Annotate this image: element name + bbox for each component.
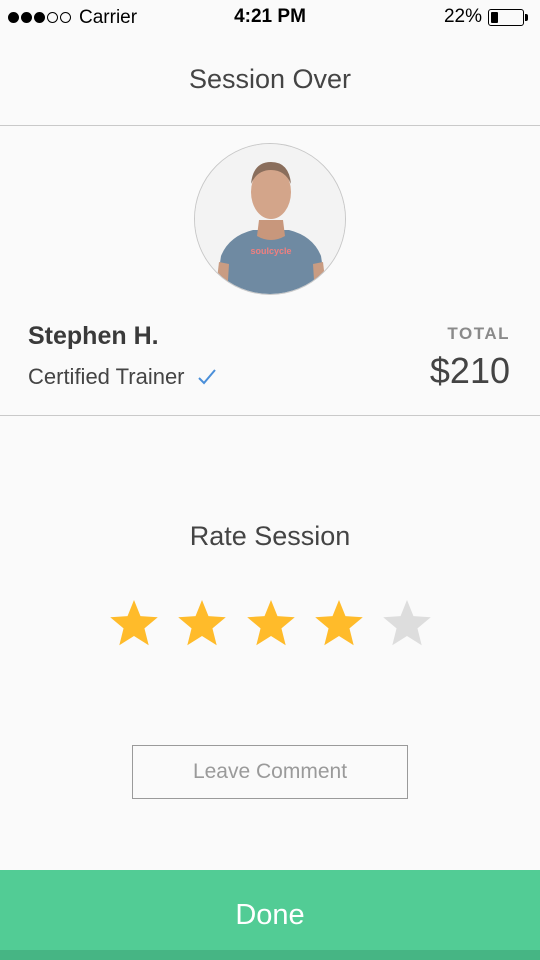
rate-session-title: Rate Session (189, 521, 351, 551)
battery-percent: 22% (443, 6, 482, 27)
trainer-summary: soulcycle Stephen H. Certified Trainer T… (0, 126, 540, 416)
header: Session Over (0, 36, 540, 126)
shirt-logo-text: soulcycle (250, 246, 291, 256)
trainer-certification: Certified Trainer (28, 364, 217, 390)
battery-nub (525, 13, 528, 21)
done-button[interactable]: Done (0, 870, 540, 960)
trainer-photo: soulcycle (195, 144, 345, 294)
star-filled-icon[interactable] (313, 598, 365, 650)
checkmark-icon (197, 369, 216, 385)
page-title: Session Over (188, 64, 352, 94)
star-empty-icon[interactable] (381, 598, 433, 650)
certification-label: Certified Trainer (28, 364, 185, 389)
leave-comment-button[interactable]: Leave Comment (132, 745, 408, 799)
battery-status: 22% (444, 6, 528, 28)
star-filled-icon[interactable] (108, 598, 160, 650)
star-rating[interactable] (108, 598, 433, 650)
battery-icon (488, 8, 524, 26)
status-bar: Carrier 4:21 PM 22% (0, 0, 540, 36)
battery-fill (491, 11, 498, 23)
total-label: TOTAL (447, 324, 510, 343)
total-amount: $210 (429, 350, 510, 391)
trainer-avatar: soulcycle (194, 143, 346, 295)
star-filled-icon[interactable] (245, 598, 297, 650)
trainer-name: Stephen H. (28, 322, 159, 350)
star-filled-icon[interactable] (176, 598, 228, 650)
